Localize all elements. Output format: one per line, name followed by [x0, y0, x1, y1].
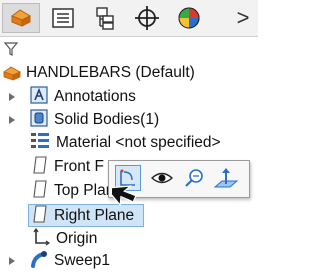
origin-icon: [32, 227, 51, 251]
tree-item-label: Front F: [54, 158, 104, 175]
tree-item-label: Origin: [56, 230, 98, 247]
tree-item-solid-bodies[interactable]: Solid Bodies(1): [6, 108, 160, 132]
normal-to-button[interactable]: [213, 165, 239, 191]
plane-icon: [32, 179, 48, 203]
annotations-icon: [30, 85, 48, 109]
tab-feature-manager[interactable]: [2, 3, 40, 33]
tab-display-manager[interactable]: [170, 3, 208, 33]
dimxpert-manager-icon: [135, 6, 159, 30]
normal-to-icon: [214, 168, 238, 188]
feature-manager-icon: [10, 9, 32, 27]
zoom-to-selection-icon: [185, 169, 203, 187]
tree-item-origin[interactable]: Origin: [32, 227, 98, 251]
tree-item-material[interactable]: Material <not specified>: [30, 132, 221, 154]
material-icon: [30, 131, 50, 156]
property-manager-icon: [52, 8, 74, 28]
tree-item-label: Solid Bodies(1): [54, 111, 160, 128]
tree-item-label: Annotations: [54, 88, 136, 105]
tab-more-chevron-icon[interactable]: >: [232, 3, 254, 33]
tab-property-manager[interactable]: [44, 3, 82, 33]
plane-icon: [32, 155, 48, 179]
expand-arrow-icon[interactable]: [6, 256, 18, 266]
mouse-pointer-icon: [104, 178, 160, 223]
part-icon: [3, 66, 21, 81]
plane-icon: [32, 204, 48, 228]
sweep-icon: [30, 250, 48, 273]
tree-item-annotations[interactable]: Annotations: [6, 85, 136, 109]
configuration-manager-icon: [96, 7, 114, 30]
tree-item-sweep1[interactable]: Sweep1: [6, 250, 110, 272]
filter-icon[interactable]: [3, 42, 19, 61]
tree-root-label: HANDLEBARS (Default): [26, 64, 195, 81]
tab-dimxpert-manager[interactable]: [128, 3, 166, 33]
zoom-to-selection-button[interactable]: [181, 165, 207, 191]
tree-item-label: Sweep1: [54, 252, 111, 269]
display-manager-icon: [178, 7, 200, 29]
expand-arrow-icon[interactable]: [6, 92, 18, 102]
tab-configuration-manager[interactable]: [86, 3, 124, 33]
solid-bodies-icon: [30, 108, 48, 132]
tree-root-item[interactable]: HANDLEBARS (Default): [2, 62, 195, 84]
expand-arrow-icon[interactable]: [6, 115, 18, 125]
manager-tab-bar: >: [0, 0, 258, 37]
tree-item-front-plane[interactable]: Front F: [32, 155, 104, 179]
tree-item-label: Material <not specified>: [56, 134, 221, 151]
